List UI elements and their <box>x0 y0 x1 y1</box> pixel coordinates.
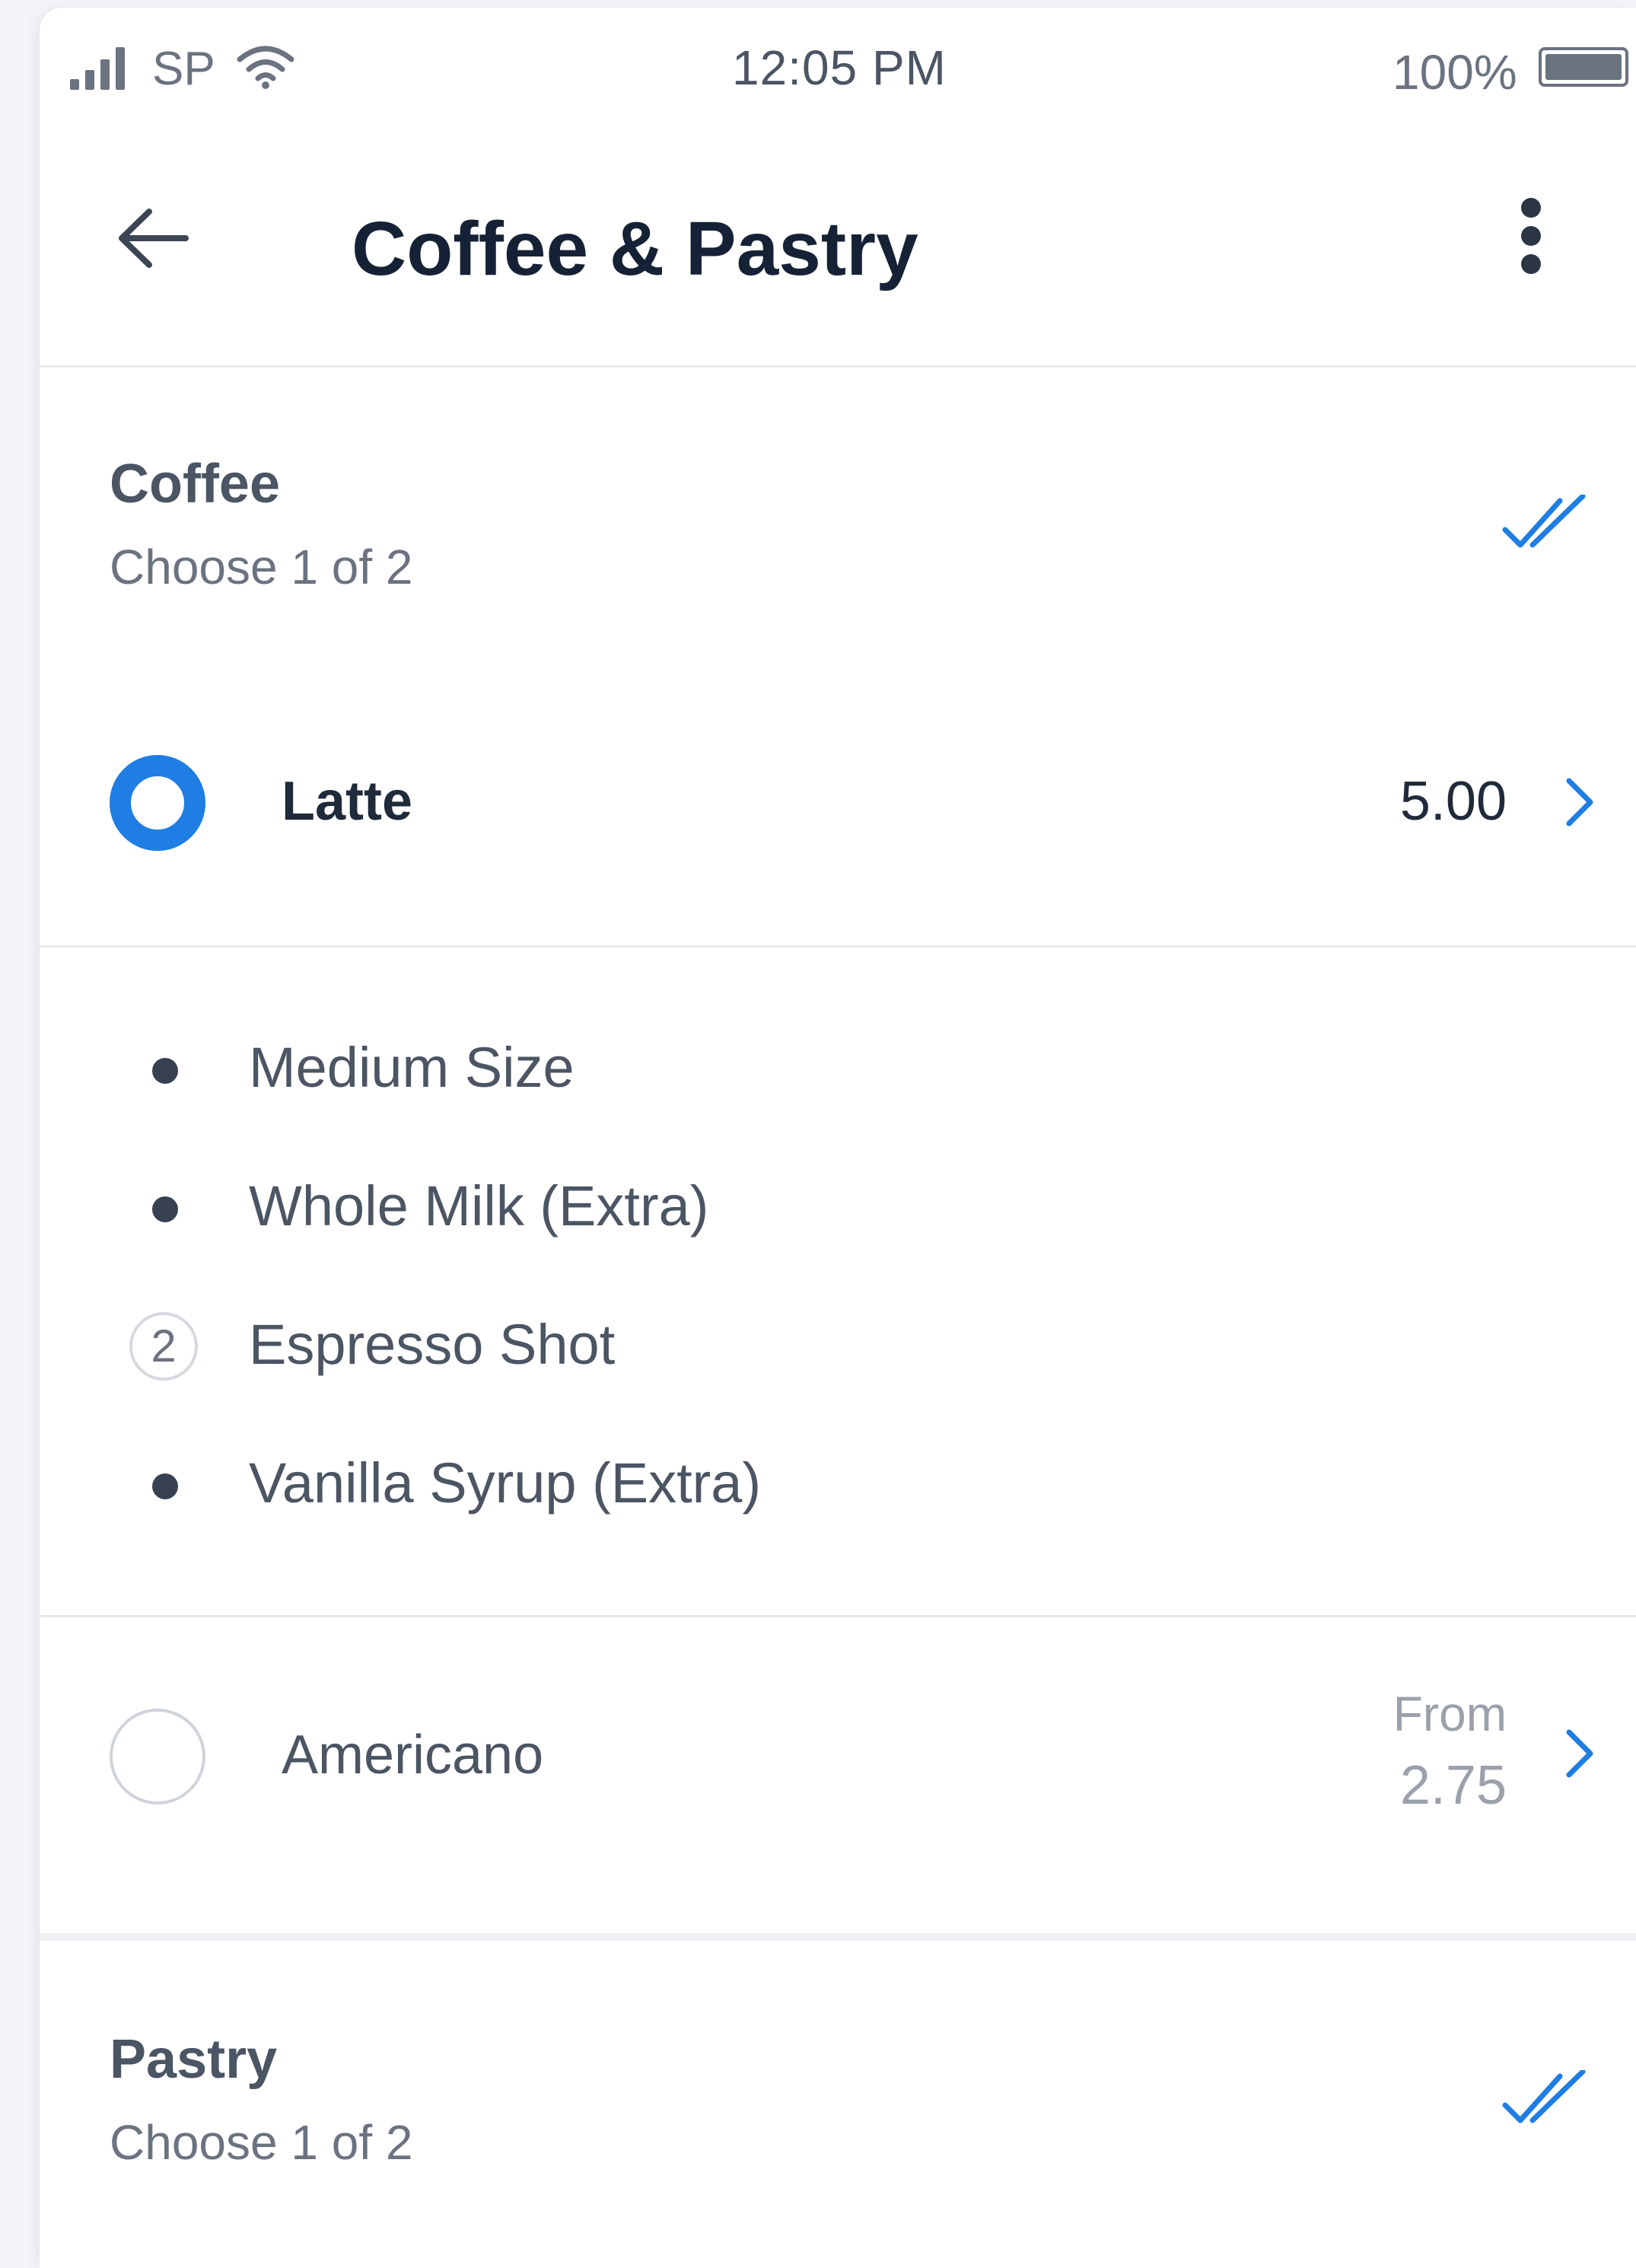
double-check-icon <box>1502 495 1586 548</box>
option-item: 2 Espresso Shot <box>40 1304 1636 1388</box>
item-name: Americano <box>282 1725 544 1785</box>
option-item: Whole Milk (Extra) <box>40 1166 1636 1250</box>
price-prefix: From <box>1393 1687 1507 1741</box>
quantity-badge: 2 <box>129 1312 198 1381</box>
option-item: Medium Size <box>40 1027 1636 1111</box>
double-check-icon <box>1502 2070 1586 2123</box>
chevron-right-icon[interactable] <box>1563 776 1596 828</box>
item-price: 2.75 <box>1399 1755 1507 1816</box>
status-bar: SP 12:05 PM 100% <box>40 8 1636 122</box>
back-arrow-icon[interactable] <box>116 204 192 272</box>
battery-icon <box>1539 47 1628 87</box>
option-label: Vanilla Syrup (Extra) <box>249 1451 762 1515</box>
chevron-right-icon[interactable] <box>1563 1728 1596 1779</box>
section-title: Coffee <box>110 454 281 514</box>
signal-icon <box>70 47 138 90</box>
status-time: 12:05 PM <box>732 40 947 95</box>
battery-percent: 100% <box>1393 45 1517 100</box>
phone-screen: SP 12:05 PM 100% Coffee & Pastry Coffee … <box>40 8 1636 2268</box>
bullet-icon <box>152 1473 178 1499</box>
divider <box>40 945 1636 948</box>
item-row-americano[interactable]: Americano From 2.75 <box>40 1617 1636 1933</box>
section-title: Pastry <box>110 2029 278 2090</box>
item-price: 5.00 <box>1399 771 1507 832</box>
section-pastry: Pastry Choose 1 of 2 <box>40 1941 1636 2268</box>
option-label: Medium Size <box>249 1036 575 1099</box>
carrier-label: SP <box>152 43 215 95</box>
section-coffee: Coffee Choose 1 of 2 <box>40 365 1636 639</box>
bullet-icon <box>152 1196 178 1222</box>
bullet-icon <box>152 1058 178 1084</box>
wifi-icon <box>237 46 294 89</box>
section-subtitle: Choose 1 of 2 <box>110 2115 413 2170</box>
option-item: Vanilla Syrup (Extra) <box>40 1443 1636 1527</box>
section-subtitle: Choose 1 of 2 <box>110 540 413 594</box>
radio-selected[interactable] <box>110 755 205 851</box>
option-label: Espresso Shot <box>249 1313 616 1376</box>
radio-unselected[interactable] <box>110 1709 205 1805</box>
app-header: Coffee & Pastry <box>40 122 1636 368</box>
item-row-latte[interactable]: Latte 5.00 <box>40 715 1636 868</box>
section-divider <box>40 1933 1636 1941</box>
option-label: Whole Milk (Extra) <box>249 1174 709 1238</box>
page-title: Coffee & Pastry <box>352 206 918 291</box>
item-name: Latte <box>282 771 413 832</box>
more-vertical-icon[interactable] <box>1520 198 1542 274</box>
